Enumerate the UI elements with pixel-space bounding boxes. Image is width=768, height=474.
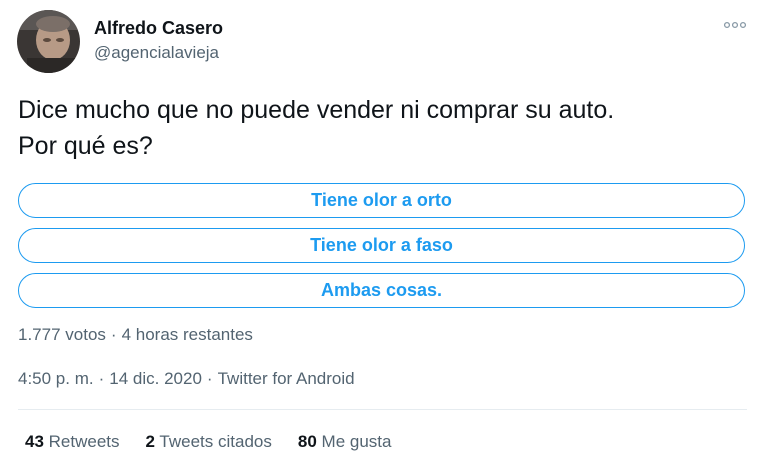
timestamp-separator: ·: [98, 369, 105, 388]
tweet-text: Dice mucho que no puede vender ni compra…: [18, 92, 758, 164]
tweet-text-line: Dice mucho que no puede vender ni compra…: [18, 96, 615, 124]
retweets-label: Retweets: [48, 432, 120, 451]
likes-count: 80: [297, 432, 317, 451]
tweet: Alfredo Casero @agencialavieja Dice much…: [0, 0, 768, 474]
divider: [18, 409, 747, 410]
poll-time-left: 4 horas restantes: [121, 325, 253, 344]
author-handle[interactable]: @agencialavieja: [94, 41, 219, 65]
author-name[interactable]: Alfredo Casero: [94, 15, 223, 41]
likes-label: Me gusta: [321, 432, 392, 451]
retweets-stat[interactable]: 43 Retweets: [25, 429, 120, 455]
tweet-stats: 43 Retweets 2 Tweets citados 80 Me gusta: [25, 429, 417, 455]
tweet-source[interactable]: Twitter for Android: [218, 369, 355, 388]
likes-stat[interactable]: 80 Me gusta: [298, 429, 392, 455]
more-horizontal-icon[interactable]: [722, 14, 748, 36]
timestamp-separator: ·: [206, 369, 213, 388]
quote-tweets-stat[interactable]: 2 Tweets citados: [146, 429, 272, 455]
tweet-text-line: Por qué es?: [18, 132, 153, 160]
poll-meta: 1.777 votos · 4 horas restantes: [18, 322, 253, 348]
tweet-date[interactable]: 14 dic. 2020: [109, 369, 202, 388]
poll-votes: 1.777 votos: [18, 325, 106, 344]
avatar[interactable]: [17, 10, 80, 73]
quotes-label: Tweets citados: [159, 432, 272, 451]
retweets-count: 43: [25, 432, 44, 451]
poll-option-1[interactable]: Tiene olor a orto: [18, 183, 745, 218]
quotes-count: 2: [145, 432, 155, 451]
tweet-time[interactable]: 4:50 p. m.: [18, 369, 94, 388]
poll-option-3[interactable]: Ambas cosas.: [18, 273, 745, 308]
poll-option-2[interactable]: Tiene olor a faso: [18, 228, 745, 263]
tweet-timestamp: 4:50 p. m. · 14 dic. 2020 · Twitter for Andr…: [18, 366, 355, 392]
poll-separator: ·: [110, 325, 117, 344]
